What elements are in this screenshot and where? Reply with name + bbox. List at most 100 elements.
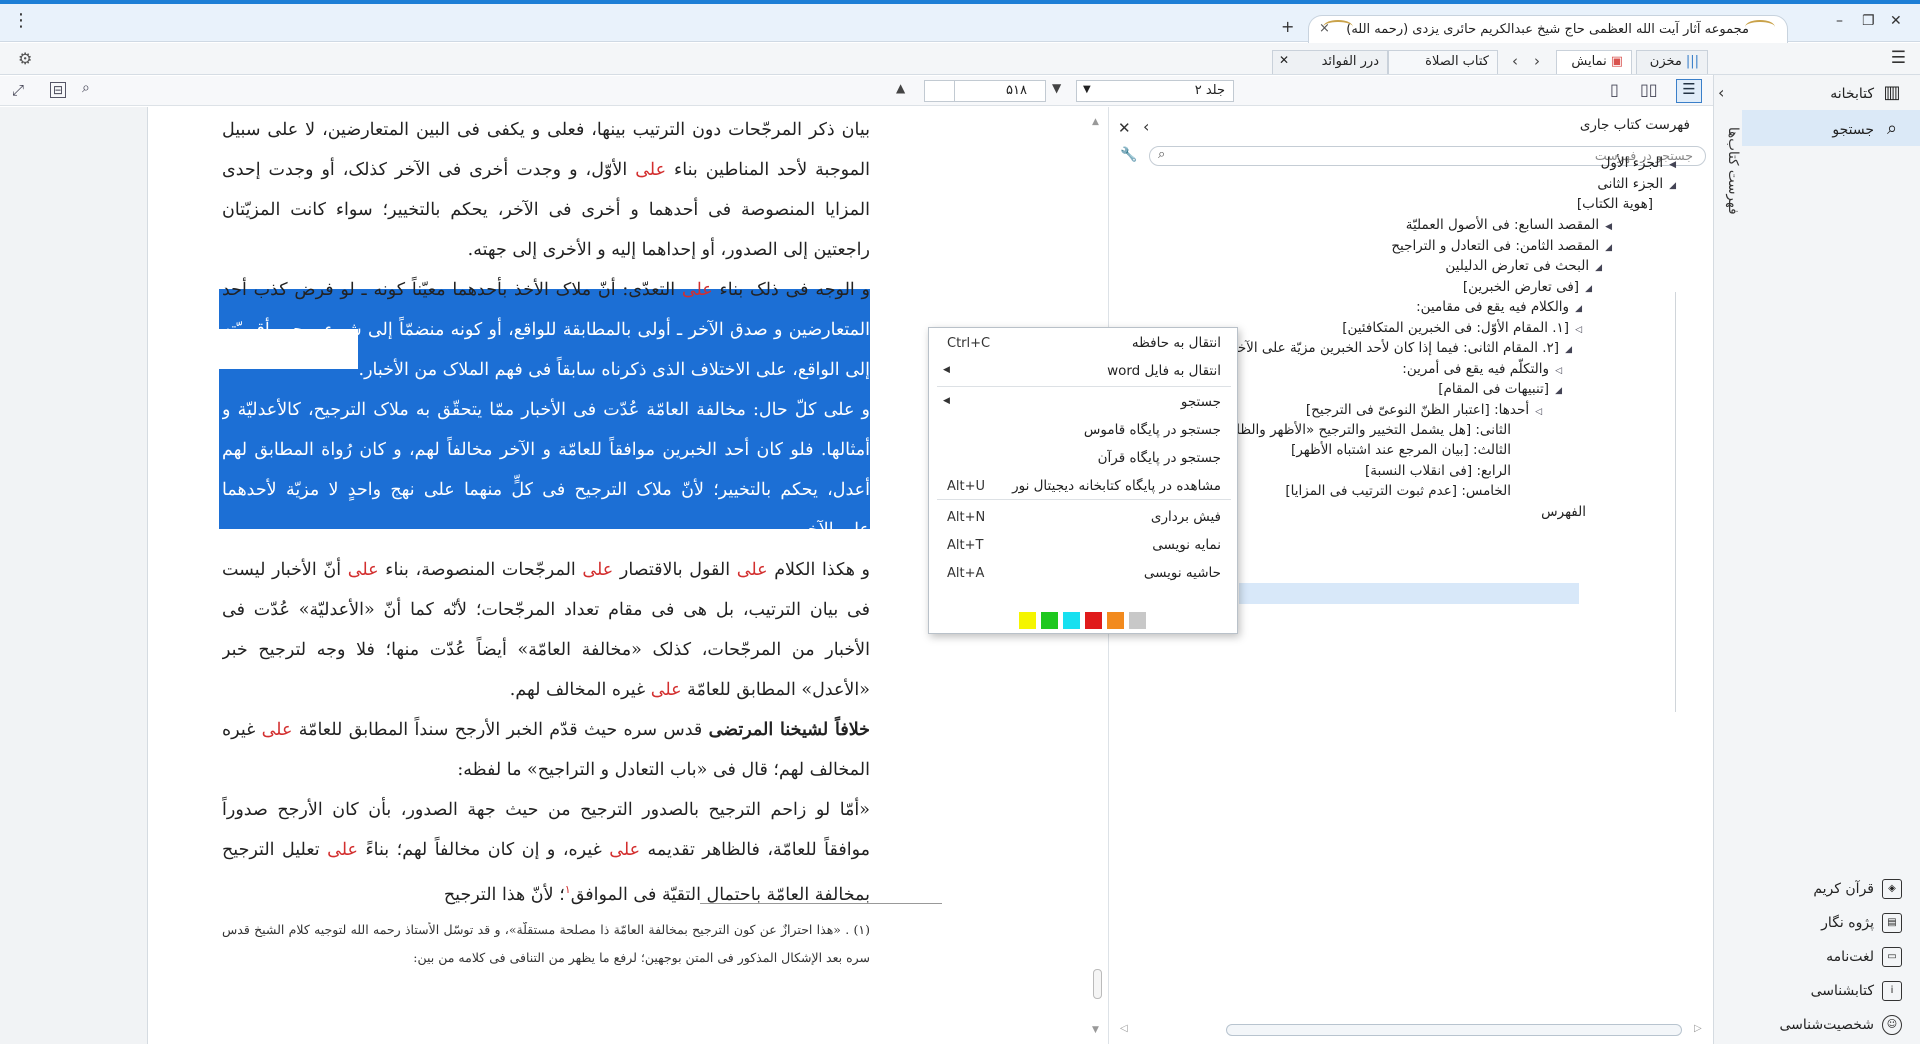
context-menu-item[interactable]: انتقال به حافظه Ctrl+C: [929, 330, 1239, 358]
nav-dictionary[interactable]: ▭ لغت‌نامه: [1826, 947, 1902, 967]
toc-item[interactable]: الفهرس: [1541, 504, 1586, 520]
expand-toggle-icon[interactable]: ◀: [1669, 160, 1676, 170]
scroll-thumb[interactable]: [1093, 969, 1102, 999]
toc-item[interactable]: ◀ الجزء الأول: [1601, 155, 1676, 171]
context-menu-item[interactable]: جستجو ◀: [929, 389, 1239, 417]
text-run: التعدّی: أنّ ملاک الأخذ بأحدهما معیّناً …: [222, 280, 682, 300]
expand-toggle-icon[interactable]: ◢: [1565, 345, 1572, 355]
context-menu-item[interactable]: انتقال به فایل word ◀: [929, 358, 1239, 386]
toc-selected-highlight: [1239, 583, 1579, 604]
gear-icon[interactable]: ⚙: [18, 49, 32, 68]
toc-item[interactable]: ◀ المقصد السابع: فی الأصول العملیّة: [1406, 217, 1612, 233]
chevron-left-icon[interactable]: ‹: [1512, 52, 1518, 70]
new-tab-button[interactable]: +: [1281, 17, 1294, 36]
expand-toggle-icon[interactable]: ◀: [1605, 222, 1612, 232]
app-title-tab[interactable]: × مجموعه آثار آیت الله العظمی حاج شیخ عب…: [1308, 15, 1788, 45]
highlight-color-swatch[interactable]: [1085, 612, 1102, 629]
fullscreen-icon[interactable]: ⤢: [12, 81, 24, 99]
context-menu-item[interactable]: فیش برداری Alt+N: [929, 504, 1239, 532]
tab-namayesh[interactable]: ▣نمایش: [1556, 50, 1632, 74]
nav-library[interactable]: ▥ کتابخانه: [1830, 84, 1902, 104]
close-icon[interactable]: ✕: [1279, 53, 1289, 67]
tab-makhzan[interactable]: |||مخزن: [1636, 50, 1708, 74]
toc-item-label: الخامس: [عدم ثبوت الترتیب فی المزایا]: [1285, 483, 1511, 499]
compare-view-icon[interactable]: ⊟: [50, 82, 67, 98]
nav-label: قرآن کریم: [1813, 881, 1874, 897]
toc-item[interactable]: ◁ أحدها: [اعتبار الظنّ النوعیّ فی الترجیح…: [1306, 402, 1542, 418]
toc-item[interactable]: ◢ البحث فی تعارض الدلیلین: [1445, 258, 1602, 274]
tab-dorar-alfavaed[interactable]: درر الفوائد ✕: [1272, 50, 1388, 74]
nav-quran[interactable]: ◈ قرآن کریم: [1813, 879, 1902, 899]
expand-toggle-icon[interactable]: ◁: [1555, 366, 1562, 376]
scroll-down-icon[interactable]: ▼: [1092, 1025, 1099, 1035]
toc-item[interactable]: ◢ والکلام فیه یقع فی مقامین:: [1416, 299, 1582, 315]
expand-toggle-icon[interactable]: ◁: [1575, 325, 1582, 335]
text-run: المخالف لهم؛ قال فی «باب التعادل و الترا…: [457, 760, 870, 780]
footnote-rule: [700, 903, 942, 904]
book-text[interactable]: بیان ذکر المرجّحات دون الترتیب بینها، فع…: [222, 110, 870, 910]
single-page-icon[interactable]: ▯: [1610, 80, 1619, 99]
scroll-up-icon[interactable]: ▲: [1092, 117, 1099, 127]
toc-horizontal-scrollbar[interactable]: [1226, 1024, 1682, 1036]
expand-toggle-icon[interactable]: ◢: [1669, 181, 1676, 191]
scroll-right-icon[interactable]: ▷: [1694, 1023, 1702, 1034]
expand-toggle-icon[interactable]: ◢: [1595, 263, 1602, 273]
list-view-icon[interactable]: ☰: [1676, 79, 1702, 103]
scroll-left-icon[interactable]: ◁: [1120, 1023, 1128, 1034]
close-tab-icon[interactable]: ×: [1319, 21, 1330, 36]
expand-toggle-icon[interactable]: ◢: [1605, 243, 1612, 253]
nav-pazhoohnegar[interactable]: ▤ پژوه نگار: [1821, 913, 1902, 933]
chevron-down-icon[interactable]: ▼: [1052, 81, 1061, 95]
highlight-color-swatch[interactable]: [1129, 612, 1146, 629]
toc-item[interactable]: ◢ [فی تعارض الخبرین]: [1463, 279, 1592, 295]
text-line: «الأعدل» المطابق للعامّة علی غیره المخال…: [222, 670, 870, 710]
text-run: راجعتین إلی الصدور، أو إحداهما إلیه و ال…: [467, 240, 870, 260]
toc-item[interactable]: ◢ [۲. المقام الثانی: فیما إذا کان لأحد ال…: [1226, 340, 1572, 356]
toc-item[interactable]: الخامس: [عدم ثبوت الترتیب فی المزایا]: [1285, 483, 1511, 499]
chevron-up-icon[interactable]: ▲: [896, 81, 905, 95]
chevron-right-icon[interactable]: ›: [1534, 52, 1540, 70]
toc-item[interactable]: الثالث: [بیان المرجع عند اشتباه الأظهر]: [1291, 442, 1511, 458]
toc-item[interactable]: ◁ [۱. المقام الأوّل: فی الخبرین المتکافئی…: [1342, 320, 1582, 336]
nav-persons[interactable]: ☺ شخصیت‌شناسی: [1780, 1015, 1902, 1035]
highlight-color-swatch[interactable]: [1063, 612, 1080, 629]
toc-item[interactable]: ◢ [تنبیهات فی المقام]: [1438, 381, 1562, 397]
expand-toggle-icon[interactable]: ◁: [1535, 407, 1542, 417]
hamburger-menu-icon[interactable]: ☰: [1891, 48, 1906, 68]
search-icon[interactable]: ⌕: [82, 80, 90, 96]
context-menu-item[interactable]: مشاهده در پایگاه کتابخانه دیجیتال نور Alt…: [929, 473, 1239, 501]
double-page-icon[interactable]: ▯▯: [1640, 80, 1658, 99]
kebab-menu-icon[interactable]: ⋮: [12, 12, 30, 30]
highlight-color-swatch[interactable]: [1107, 612, 1124, 629]
toc-item[interactable]: ◢ الجزء الثانی: [1597, 176, 1676, 192]
search-icon: ⌕: [1886, 118, 1898, 139]
expand-toggle-icon[interactable]: ◢: [1575, 304, 1582, 314]
highlight-color-swatch[interactable]: [1041, 612, 1058, 629]
page-current-field[interactable]: ۵۱۸: [954, 80, 1046, 102]
close-icon[interactable]: ✕: [1118, 119, 1131, 137]
toc-item[interactable]: ◁ والتکلّم فیه یقع فی أمرین:: [1402, 361, 1562, 377]
chevron-left-icon[interactable]: ‹: [1143, 117, 1149, 136]
toc-item[interactable]: ◢ المقصد الثامن: فی التعادل و التراجیح: [1391, 238, 1612, 254]
context-menu-item[interactable]: جستجو در پایگاه قاموس: [929, 417, 1239, 445]
nav-bibliography[interactable]: i کتابشناسی: [1811, 981, 1902, 1001]
tab-ketab-alsalat[interactable]: کتاب الصلاة: [1388, 50, 1498, 74]
expand-toggle-icon[interactable]: ◢: [1555, 386, 1562, 396]
toc-item[interactable]: الرابع: [فی انقلاب النسبة]: [1365, 463, 1511, 479]
context-menu-item[interactable]: حاشیه نویسی Alt+A: [929, 560, 1239, 588]
minimize-button[interactable]: –: [1836, 13, 1843, 29]
context-menu-item[interactable]: جستجو در پایگاه قرآن: [929, 445, 1239, 473]
volume-select[interactable]: جلد ۲ ▼: [1076, 80, 1234, 102]
text-line: بیان ذکر المرجّحات دون الترتیب بینها، فع…: [222, 110, 870, 150]
highlight-color-swatch[interactable]: [1019, 612, 1036, 629]
books-icon: ▥: [1883, 82, 1901, 103]
wrench-icon[interactable]: 🔧: [1120, 147, 1137, 163]
nav-search[interactable]: ⌕ جستجو: [1832, 120, 1902, 140]
maximize-button[interactable]: ❐: [1862, 13, 1875, 29]
toc-item[interactable]: [هویة الکتاب]: [1577, 196, 1653, 212]
close-window-button[interactable]: ✕: [1890, 13, 1902, 29]
expand-toggle-icon[interactable]: ◢: [1585, 284, 1592, 294]
context-menu-item[interactable]: نمایه نویسی Alt+T: [929, 532, 1239, 560]
text-line: بمخالفة العامّة باحتمال التقیّة فی الموا…: [222, 870, 870, 910]
menu-shortcut: Alt+A: [947, 566, 985, 581]
